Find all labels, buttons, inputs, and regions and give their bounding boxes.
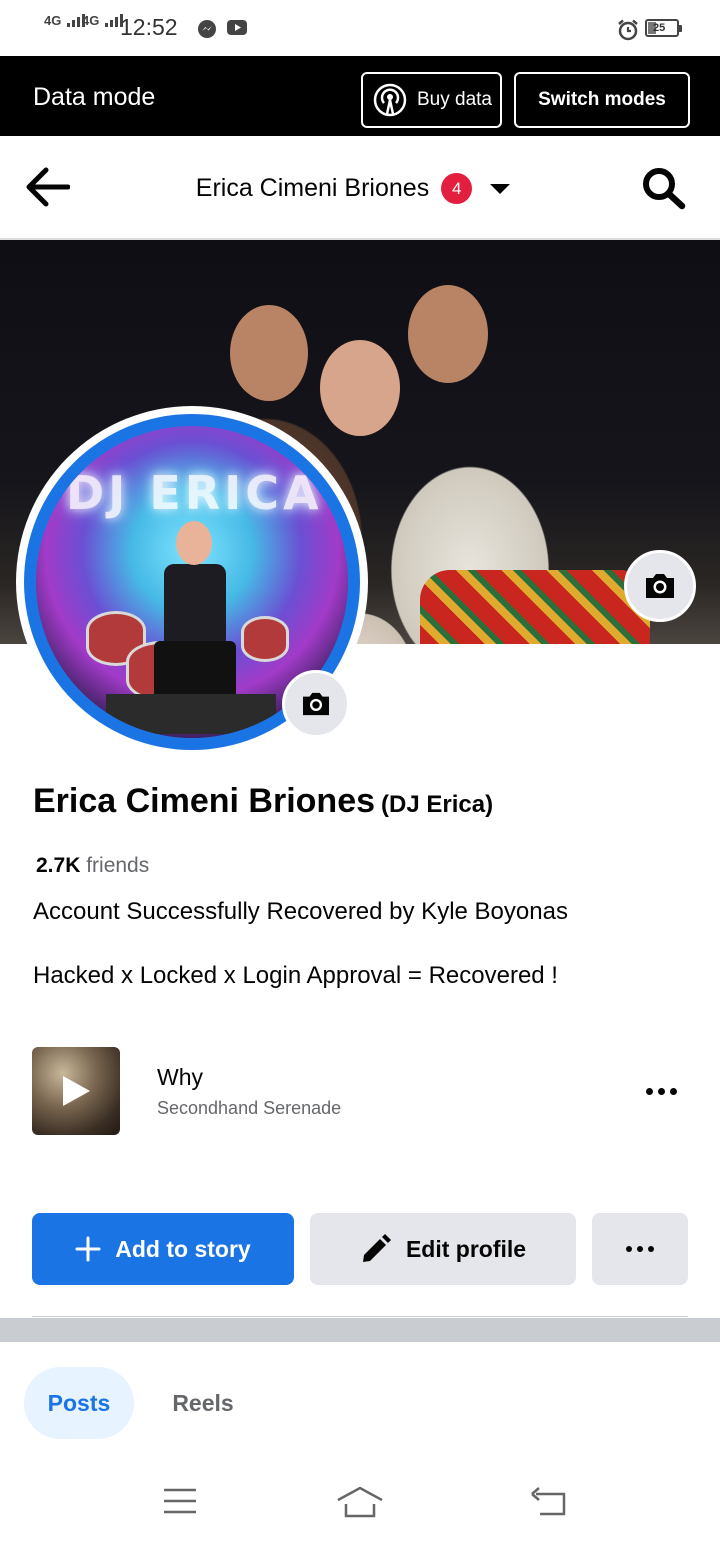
sim2-network-label: 4G — [82, 13, 100, 28]
edit-cover-photo-button[interactable] — [624, 550, 696, 622]
profile-more-options-button[interactable] — [592, 1213, 688, 1285]
music-album-art[interactable] — [32, 1047, 120, 1135]
avatar-person-body — [164, 564, 226, 644]
tab-reels[interactable]: Reels — [150, 1367, 256, 1439]
alarm-icon — [618, 19, 638, 41]
avatar-neon-sign: DJ ERICA — [66, 466, 323, 520]
avatar-dj-deck — [106, 694, 276, 734]
data-mode-bar: Data mode Buy data Switch modes — [0, 56, 720, 136]
bio-line-2: Hacked x Locked x Login Approval = Recov… — [33, 962, 558, 989]
cover-face-girl — [230, 305, 308, 401]
tab-posts[interactable]: Posts — [24, 1367, 134, 1439]
sim1-network-label: 4G — [44, 13, 62, 28]
section-divider — [0, 1318, 720, 1342]
music-title: Why — [157, 1064, 203, 1090]
signal-sim1-icon: 4G — [44, 14, 85, 27]
home-icon[interactable] — [334, 1484, 386, 1520]
back-nav-icon[interactable] — [528, 1486, 570, 1520]
profile-name: Erica Cimeni Briones (DJ Erica) — [33, 782, 493, 821]
header-title: Erica Cimeni Briones — [195, 174, 430, 202]
camera-icon — [303, 692, 329, 716]
plus-icon — [75, 1236, 101, 1262]
add-to-story-button[interactable]: Add to story — [32, 1213, 294, 1285]
profile-header: Erica Cimeni Briones 4 — [0, 136, 720, 240]
edit-profile-label: Edit profile — [405, 1235, 527, 1262]
cover-face-toddler — [320, 340, 400, 436]
add-to-story-label: Add to story — [115, 1235, 251, 1262]
friends-count-number: 2.7K — [36, 854, 81, 877]
edit-profile-button[interactable]: Edit profile — [310, 1213, 576, 1285]
cover-pants-pattern — [420, 570, 650, 644]
menu-icon[interactable] — [160, 1486, 200, 1516]
battery-level: 25 — [653, 22, 666, 34]
bio-line-1: Account Successfully Recovered by Kyle B… — [33, 898, 568, 925]
cover-face-boy — [408, 285, 488, 383]
chevron-down-icon — [490, 183, 511, 194]
switch-modes-button[interactable]: Switch modes — [514, 72, 690, 128]
buy-data-button[interactable]: Buy data — [361, 72, 502, 128]
battery-icon: 25 — [645, 19, 682, 37]
messenger-icon — [198, 20, 216, 38]
profile-alt-name: (DJ Erica) — [381, 791, 494, 818]
notification-badge: 4 — [441, 173, 473, 204]
pencil-icon — [362, 1234, 391, 1262]
system-nav-bar — [0, 1460, 720, 1544]
music-artist: Secondhand Serenade — [157, 1098, 342, 1118]
youtube-icon — [227, 20, 247, 35]
status-bar: 4G 4G 12:52 25 — [0, 0, 720, 56]
profile-name-text: Erica Cimeni Briones — [33, 782, 376, 820]
header-title-switcher[interactable]: Erica Cimeni Briones 4 — [0, 173, 720, 204]
status-time: 12:52 — [120, 14, 178, 40]
camera-icon — [646, 574, 674, 598]
broadcast-icon — [373, 83, 407, 117]
music-more-options-icon[interactable] — [636, 1076, 686, 1106]
data-mode-title: Data mode — [33, 83, 156, 111]
friends-count-label: friends — [86, 854, 150, 877]
search-icon[interactable] — [640, 166, 686, 210]
avatar-person-head — [176, 521, 212, 565]
play-icon — [63, 1076, 90, 1106]
avatar-drum — [241, 616, 289, 662]
friends-count[interactable]: 2.7K friends — [36, 854, 149, 878]
divider — [32, 1316, 688, 1317]
signal-sim2-icon: 4G — [82, 14, 123, 27]
edit-profile-picture-button[interactable] — [282, 670, 350, 738]
buy-data-label: Buy data — [417, 89, 492, 110]
